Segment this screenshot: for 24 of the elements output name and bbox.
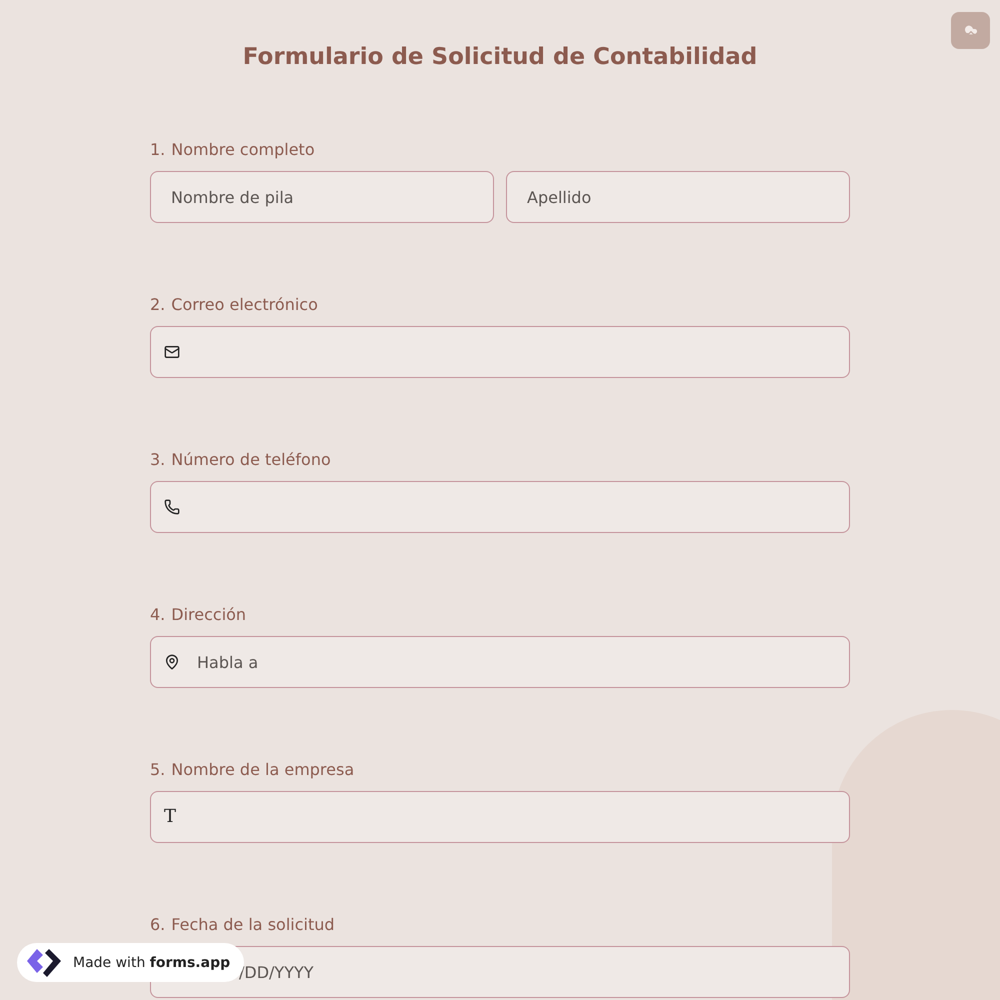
- input-field[interactable]: [150, 326, 850, 378]
- question-number: 1.: [150, 140, 166, 159]
- question-number: 6.: [150, 915, 166, 934]
- question-label: Número de teléfono: [171, 450, 331, 469]
- question-number: 3.: [150, 450, 166, 469]
- input-field[interactable]: Habla a: [150, 636, 850, 688]
- question-label: Dirección: [171, 605, 246, 624]
- input-field[interactable]: [150, 791, 850, 843]
- question-label: Nombre de la empresa: [171, 760, 354, 779]
- map-pin-icon: [164, 654, 180, 670]
- input-field[interactable]: Nombre de pila: [150, 171, 494, 223]
- envelope-icon: [164, 344, 180, 360]
- upload-button[interactable]: [951, 12, 990, 49]
- form-title: Formulario de Solicitud de Contabilidad: [242, 44, 758, 70]
- question-number: 4.: [150, 605, 166, 624]
- question-number: 2.: [150, 295, 166, 314]
- input-field[interactable]: [150, 481, 850, 533]
- question-label: Correo electrónico: [171, 295, 318, 314]
- question-label: Nombre completo: [171, 140, 315, 159]
- text-icon: T: [164, 808, 176, 826]
- phone-icon: [164, 499, 180, 515]
- question-label: Fecha de la solicitud: [171, 915, 335, 934]
- question-number: 5.: [150, 760, 166, 779]
- input-field[interactable]: Apellido: [506, 171, 850, 223]
